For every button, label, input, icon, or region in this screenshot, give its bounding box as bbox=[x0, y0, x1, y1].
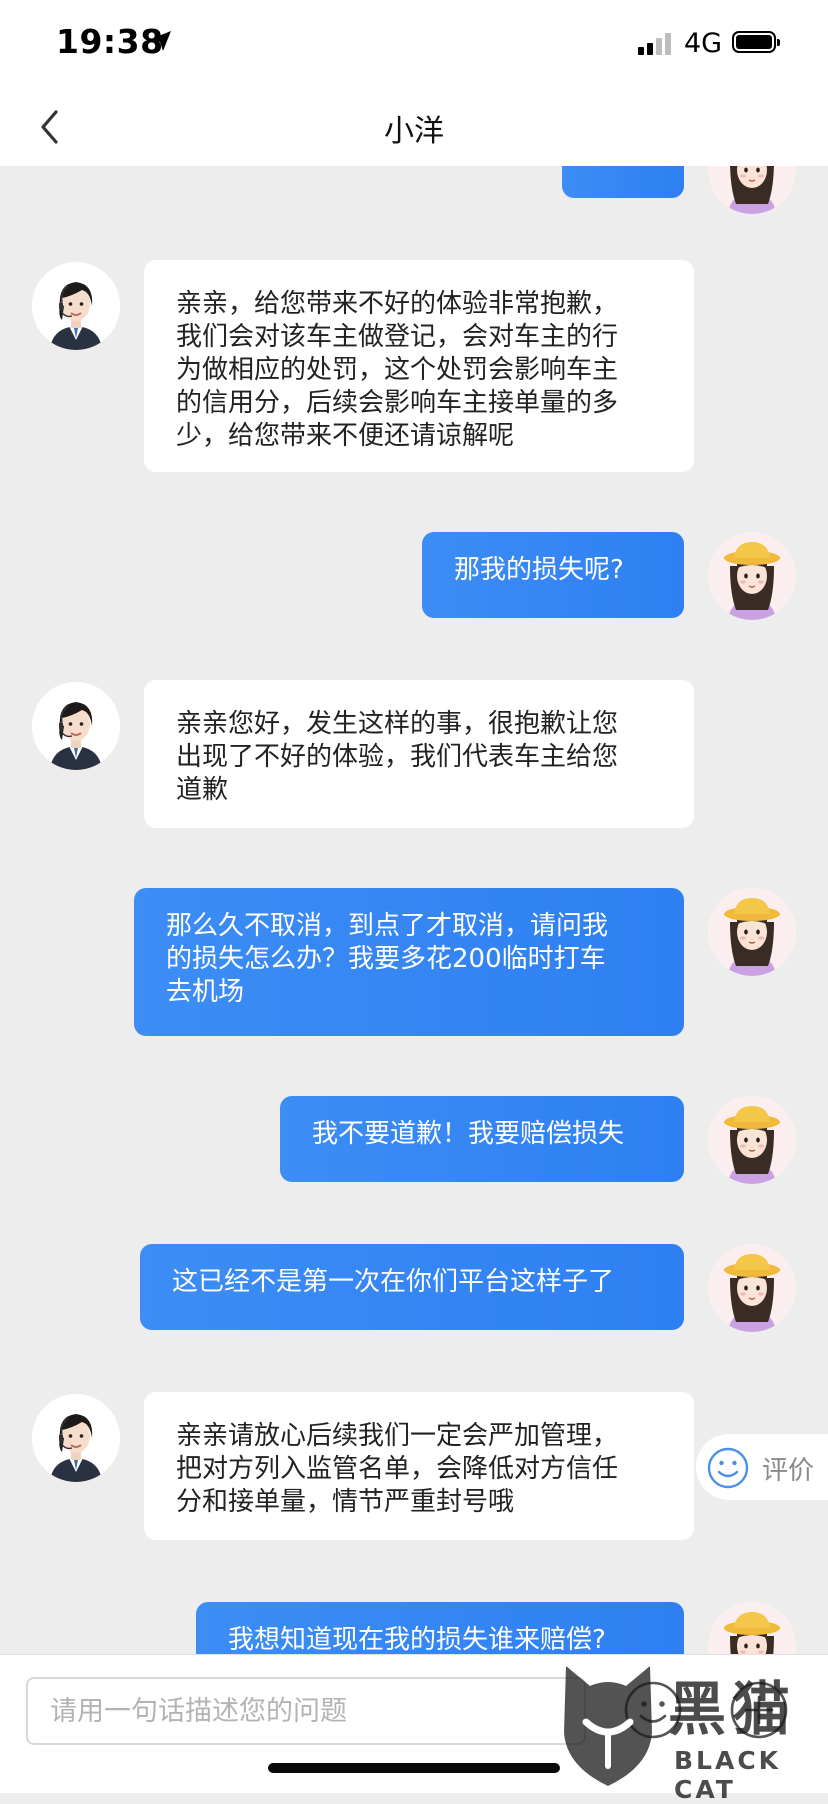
black-cat-logo-icon bbox=[564, 1666, 652, 1786]
rate-button[interactable]: 评价 bbox=[696, 1434, 828, 1500]
message-bubble-user[interactable]: 那么久不取消，到点了才取消，请问我 的损失怎么办？我要多花200临时打车 去机场 bbox=[134, 888, 684, 1036]
user-avatar bbox=[708, 532, 796, 620]
user-avatar bbox=[708, 1096, 796, 1184]
nav-bar: 小洋 bbox=[0, 88, 828, 166]
user-avatar bbox=[708, 888, 796, 976]
user-avatar bbox=[708, 1602, 796, 1654]
message-bubble-user[interactable]: 我想知道现在我的损失谁来赔偿? bbox=[196, 1602, 684, 1654]
network-type: 4G bbox=[684, 28, 723, 59]
user-avatar bbox=[708, 1244, 796, 1332]
watermark-text-en: BLACK CAT bbox=[674, 1746, 782, 1804]
message-bubble-user[interactable]: 这已经不是第一次在你们平台这样子了 bbox=[140, 1244, 684, 1330]
black-cat-watermark: 黑猫 BLACK CAT bbox=[556, 1660, 828, 1804]
status-bar: 19:38 4G bbox=[0, 0, 828, 88]
message-bubble-user[interactable]: 我不要道歉！我要赔偿损失 bbox=[280, 1096, 684, 1182]
message-bubble-user-previous[interactable] bbox=[562, 166, 684, 198]
agent-avatar bbox=[32, 262, 120, 350]
watermark-text-cn: 黑猫 bbox=[668, 1675, 797, 1743]
battery-full-icon bbox=[732, 31, 780, 53]
location-arrow-icon bbox=[151, 31, 171, 51]
agent-avatar bbox=[32, 682, 120, 770]
chat-message-list[interactable]: 亲亲，给您带来不好的体验非常抱歉， 我们会对该车主做登记，会对车主的行 为做相应… bbox=[0, 166, 828, 1654]
rate-label: 评价 bbox=[762, 1456, 815, 1486]
smiley-face-icon bbox=[707, 1447, 749, 1489]
cellular-signal-icon bbox=[638, 31, 674, 55]
status-time: 19:38 bbox=[56, 22, 164, 61]
message-bubble-agent[interactable]: 亲亲您好，发生这样的事，很抱歉让您 出现了不好的体验，我们代表车主给您 道歉 bbox=[144, 680, 694, 828]
chat-title: 小洋 bbox=[384, 114, 444, 149]
message-bubble-agent[interactable]: 亲亲，给您带来不好的体验非常抱歉， 我们会对该车主做登记，会对车主的行 为做相应… bbox=[144, 260, 694, 472]
message-input[interactable] bbox=[26, 1677, 586, 1745]
message-bubble-user[interactable]: 那我的损失呢? bbox=[422, 532, 684, 618]
message-bubble-agent[interactable]: 亲亲请放心后续我们一定会严加管理， 把对方列入监管名单，会降低对方信任 分和接单… bbox=[144, 1392, 694, 1540]
home-indicator bbox=[268, 1763, 560, 1773]
agent-avatar bbox=[32, 1394, 120, 1482]
user-avatar bbox=[708, 166, 796, 214]
